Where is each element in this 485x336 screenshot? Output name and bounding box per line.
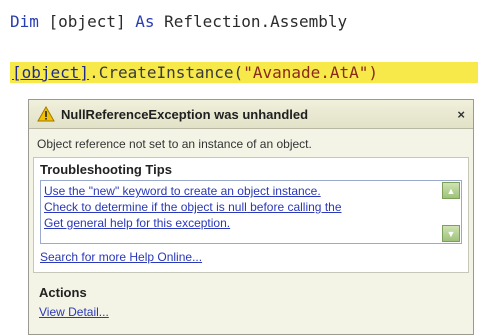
tips-scrollbar[interactable]: ▲ ▼ xyxy=(442,182,460,242)
exception-message: Object reference not set to an instance … xyxy=(37,137,312,151)
keyword-dim: Dim xyxy=(10,12,49,31)
actions-title: Actions xyxy=(39,285,87,300)
tip-item-check-null[interactable]: Check to determine if the object is null… xyxy=(44,199,439,215)
troubleshooting-section: Troubleshooting Tips Use the "new" keywo… xyxy=(33,157,469,273)
tip-item-general-help[interactable]: Get general help for this exception. xyxy=(44,215,439,231)
identifier-object: [object] xyxy=(12,63,90,82)
code-line-createinstance[interactable]: [object].CreateInstance("Avanade.AtA") xyxy=(10,62,478,83)
scroll-up-icon[interactable]: ▲ xyxy=(442,182,460,199)
search-help-online-link[interactable]: Search for more Help Online... xyxy=(40,250,202,264)
string-literal: "Avanade.AtA") xyxy=(243,63,379,82)
keyword-as: As xyxy=(135,12,165,31)
identifier-object: [object] xyxy=(48,12,136,31)
tip-item-new-keyword[interactable]: Use the "new" keyword to create an objec… xyxy=(44,183,439,199)
warning-triangle-icon xyxy=(37,106,55,122)
exception-title-bar: NullReferenceException was unhandled × xyxy=(29,100,473,129)
code-line-dim: Dim [object] As Reflection.Assembly xyxy=(10,12,347,31)
close-button[interactable]: × xyxy=(457,107,465,122)
tips-list: Use the "new" keyword to create an objec… xyxy=(40,180,462,244)
actions-section: Actions View Detail... xyxy=(33,281,469,325)
exception-title: NullReferenceException was unhandled xyxy=(61,106,309,122)
troubleshooting-title: Troubleshooting Tips xyxy=(40,162,172,177)
view-detail-link[interactable]: View Detail... xyxy=(39,305,109,319)
scroll-down-icon[interactable]: ▼ xyxy=(442,225,460,242)
method-call: .CreateInstance( xyxy=(89,63,244,82)
type-name: Reflection.Assembly xyxy=(164,12,348,31)
exception-assistant-popup: NullReferenceException was unhandled × O… xyxy=(28,99,474,335)
